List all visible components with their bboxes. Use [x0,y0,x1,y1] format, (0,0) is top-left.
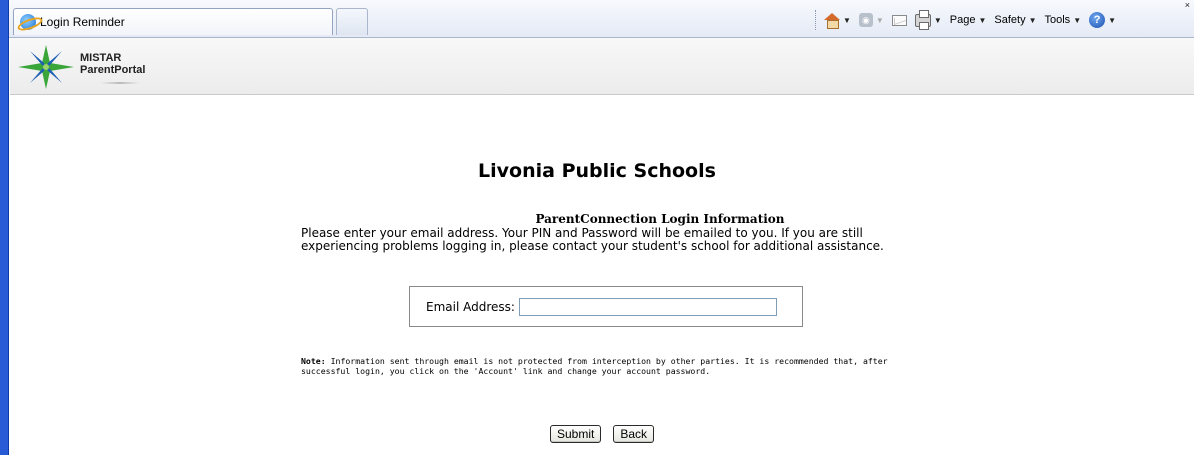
chevron-down-icon[interactable]: ▼ [934,16,942,25]
window-frame-left [0,0,9,455]
help-button[interactable]: ? ▼ [1089,12,1116,28]
mistar-star-logo [18,45,74,89]
security-note: Note: Information sent through email is … [301,356,901,376]
home-icon [824,13,840,29]
rss-feed-icon: ◉ [858,13,873,27]
submit-button[interactable]: Submit [549,425,602,443]
feeds-button[interactable]: ◉ ▼ [858,13,884,27]
page-menu-button[interactable]: Page ▼ [950,14,987,26]
back-button[interactable]: Back [613,425,655,443]
tools-menu-button[interactable]: Tools ▼ [1045,14,1082,26]
page-menu-label: Page [949,14,976,26]
print-button[interactable]: ▼ [914,9,942,30]
chevron-down-icon: ▼ [978,15,987,25]
note-text: Information sent through email is not pr… [301,356,888,376]
close-icon[interactable]: × [1185,0,1190,10]
chevron-down-icon: ▼ [1073,15,1082,25]
email-form-box: Email Address: [409,286,803,327]
logo-underline [100,82,140,84]
portal-header: MISTAR ParentPortal [10,38,1194,95]
email-field[interactable] [518,297,777,316]
logo-line-parentportal: ParentPortal [80,64,146,76]
tools-menu-label: Tools [1044,14,1071,26]
browser-command-bar: Login Reminder ▼ ◉ ▼ ▼ Page ▼ Safety ▼ T… [9,0,1194,38]
read-mail-button[interactable] [891,14,907,26]
chevron-down-icon: ▼ [1028,15,1037,25]
ie-favicon-icon [20,14,36,30]
email-label: Email Address: [426,299,515,314]
safety-menu-button[interactable]: Safety ▼ [994,14,1036,26]
instructions-text: Please enter your email address. Your PI… [301,226,884,253]
mail-icon [891,14,907,26]
safety-menu-label: Safety [994,14,1026,26]
toolbar-separator [815,10,816,30]
printer-icon [914,9,931,30]
page-title: Livonia Public Schools [478,160,716,182]
tab-title: Login Reminder [40,15,125,29]
chevron-down-icon[interactable]: ▼ [876,16,884,25]
chevron-down-icon: ▼ [1108,15,1117,25]
logo-line-mistar: MISTAR [80,52,122,64]
chevron-down-icon[interactable]: ▼ [843,16,851,25]
browser-tab-login-reminder[interactable]: Login Reminder [13,8,333,35]
new-tab-button[interactable] [336,8,368,35]
form-actions: Submit Back [0,425,1194,443]
note-label: Note: [301,356,326,366]
logo-wordmark: MISTAR ParentPortal [80,52,145,76]
home-button[interactable]: ▼ [824,13,851,29]
help-icon: ? [1089,12,1106,28]
section-title: ParentConnection Login Information [535,212,785,226]
command-toolbar: ▼ ◉ ▼ ▼ Page ▼ Safety ▼ Tools ▼ ? ▼ [815,9,1124,31]
